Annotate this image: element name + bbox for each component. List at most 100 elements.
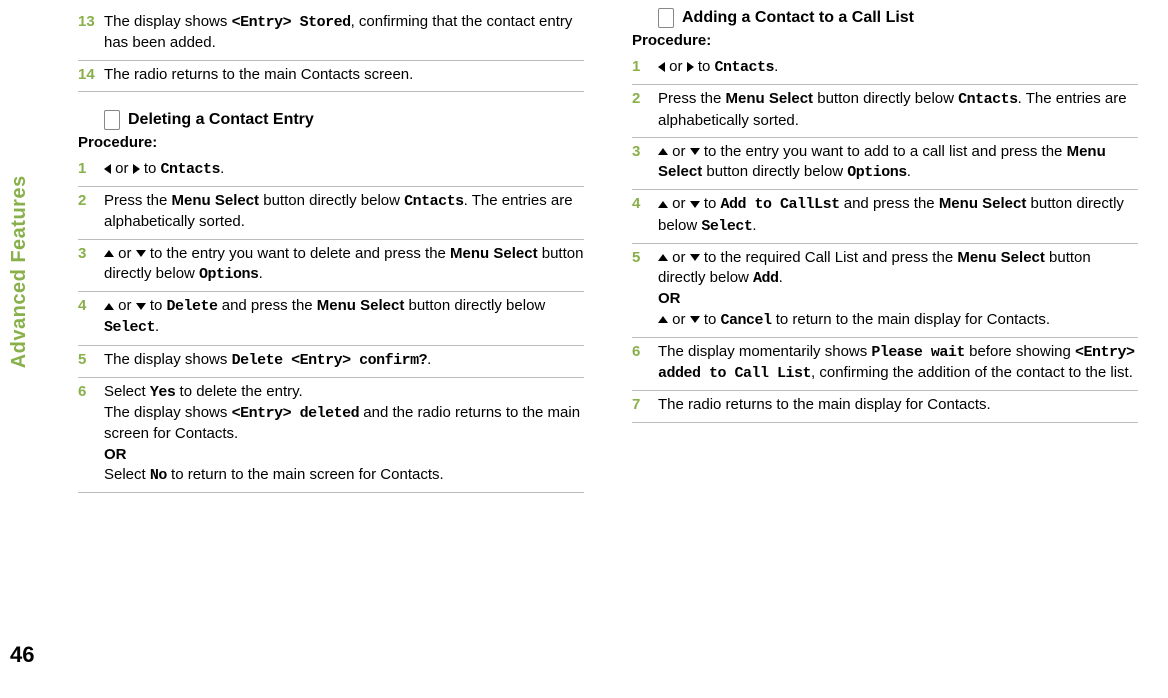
add-step-2: 2 Press the Menu Select button directly … <box>632 85 1138 138</box>
text: or <box>668 249 690 266</box>
nav-down-icon <box>690 254 700 261</box>
nav-down-icon <box>690 201 700 208</box>
button-label: Menu Select <box>957 249 1045 266</box>
text: or <box>668 143 690 160</box>
menu-item: Select <box>104 319 155 336</box>
delete-step-4: 4 or to Delete and press the Menu Select… <box>78 292 584 346</box>
section-title: Deleting a Contact Entry <box>128 111 314 129</box>
text: . <box>155 318 159 335</box>
side-section-label: Advanced Features <box>8 175 31 368</box>
step-number: 2 <box>632 89 658 131</box>
step-number: 2 <box>78 191 104 233</box>
text: button directly below <box>813 90 958 107</box>
text: and press the <box>218 297 317 314</box>
text: button directly below <box>404 297 545 314</box>
menu-item: Cancel <box>721 312 772 329</box>
text: to the entry you want to add to a call l… <box>700 143 1067 160</box>
text: . <box>779 269 783 286</box>
delete-step-2: 2 Press the Menu Select button directly … <box>78 187 584 240</box>
text: or <box>114 245 136 262</box>
text: to <box>700 195 721 212</box>
or-label: OR <box>658 290 681 307</box>
nav-left-icon <box>104 164 111 174</box>
step-number: 1 <box>632 57 658 78</box>
nav-down-icon <box>136 303 146 310</box>
step-number: 4 <box>78 296 104 339</box>
text: to <box>700 311 721 328</box>
or-label: OR <box>104 446 127 463</box>
button-label: Menu Select <box>450 245 538 262</box>
text: before showing <box>965 343 1075 360</box>
step-text: Press the Menu Select button directly be… <box>658 89 1138 131</box>
text: and press the <box>840 195 939 212</box>
step-number: 3 <box>632 142 658 184</box>
step-number: 1 <box>78 159 104 180</box>
step-number: 7 <box>632 395 658 415</box>
right-column: Adding a Contact to a Call List Procedur… <box>604 0 1158 698</box>
step-text: The display shows Delete <Entry> confirm… <box>104 350 584 371</box>
section-title: Adding a Contact to a Call List <box>682 9 914 27</box>
menu-item: Add to CallLst <box>721 196 840 213</box>
step-text: or to Delete and press the Menu Select b… <box>104 296 584 339</box>
section-heading-add: Adding a Contact to a Call List <box>632 8 1138 28</box>
step-text: The display momentarily shows Please wai… <box>658 342 1138 385</box>
text: to the entry you want to delete and pres… <box>146 245 450 262</box>
text: or <box>111 160 133 177</box>
add-step-3: 3 or to the entry you want to add to a c… <box>632 138 1138 191</box>
step-text: or to the entry you want to add to a cal… <box>658 142 1138 184</box>
step-number: 3 <box>78 244 104 286</box>
text: or <box>668 311 690 328</box>
left-column: 13 The display shows <Entry> Stored, con… <box>50 0 604 698</box>
text: or <box>668 195 690 212</box>
text: The display shows <box>104 351 232 368</box>
delete-step-6: 6 Select Yes to delete the entry. The di… <box>78 378 584 493</box>
menu-item: Cntacts <box>161 161 221 178</box>
nav-right-icon <box>687 62 694 72</box>
step-number: 4 <box>632 194 658 237</box>
text: Press the <box>658 90 726 107</box>
step-number: 13 <box>78 12 104 54</box>
menu-item: Cntacts <box>715 59 775 76</box>
step-number: 5 <box>632 248 658 331</box>
nav-up-icon <box>104 250 114 257</box>
step-text: The radio returns to the main Contacts s… <box>104 65 584 85</box>
text: button directly below <box>702 163 847 180</box>
step-number: 14 <box>78 65 104 85</box>
display-text: <Entry> Stored <box>232 14 351 31</box>
text: or <box>665 58 687 75</box>
page-number: 46 <box>10 642 34 668</box>
document-icon <box>104 110 120 130</box>
menu-item: Select <box>701 218 752 235</box>
procedure-label: Procedure: <box>78 134 584 151</box>
step-text: Select Yes to delete the entry. The disp… <box>104 382 584 486</box>
menu-item: Yes <box>150 384 176 401</box>
menu-item: No <box>150 467 167 484</box>
step-text: or to Cntacts. <box>104 159 584 180</box>
display-text: <Entry> deleted <box>232 405 360 422</box>
text: The display momentarily shows <box>658 343 871 360</box>
text: Press the <box>104 192 172 209</box>
nav-down-icon <box>690 316 700 323</box>
nav-right-icon <box>133 164 140 174</box>
add-step-7: 7 The radio returns to the main display … <box>632 391 1138 422</box>
text: to <box>146 297 167 314</box>
step-text: The display shows <Entry> Stored, confir… <box>104 12 584 54</box>
nav-down-icon <box>690 148 700 155</box>
button-label: Menu Select <box>172 192 260 209</box>
text: . <box>427 351 431 368</box>
nav-up-icon <box>658 201 668 208</box>
menu-item: Add <box>753 270 779 287</box>
delete-step-5: 5 The display shows Delete <Entry> confi… <box>78 346 584 378</box>
step-number: 5 <box>78 350 104 371</box>
text: to <box>140 160 161 177</box>
text: Select <box>104 466 150 483</box>
add-step-1: 1 or to Cntacts. <box>632 53 1138 85</box>
text: or <box>114 297 136 314</box>
text: . <box>907 163 911 180</box>
menu-item: Cntacts <box>404 193 464 210</box>
nav-up-icon <box>658 148 668 155</box>
add-step-5: 5 or to the required Call List and press… <box>632 244 1138 338</box>
text: . <box>752 217 756 234</box>
button-label: Menu Select <box>939 195 1027 212</box>
text: button directly below <box>259 192 404 209</box>
